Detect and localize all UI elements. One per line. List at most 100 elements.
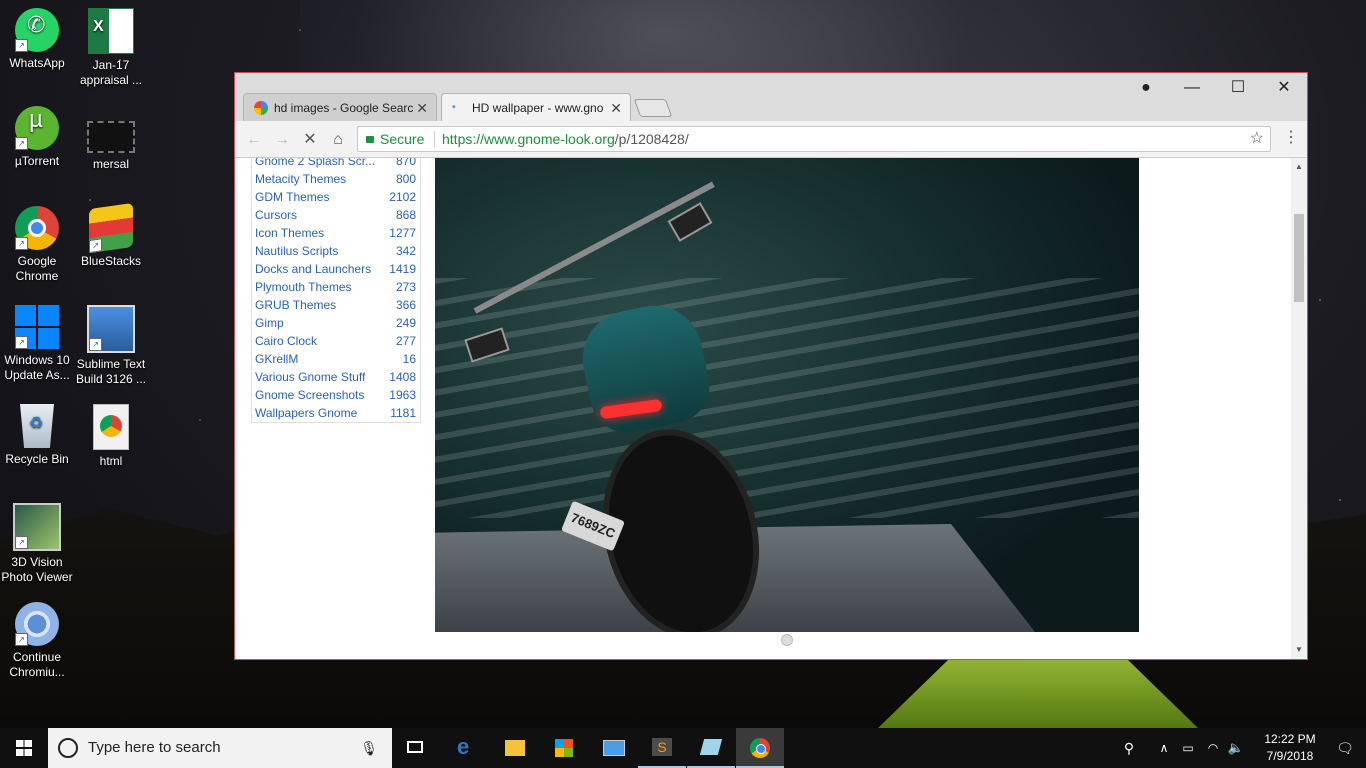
- chromium-icon: ↗: [15, 602, 59, 646]
- volume-icon[interactable]: 🔈: [1226, 728, 1246, 768]
- category-row[interactable]: GKrellM 16: [252, 350, 420, 368]
- taskbar-search-box[interactable]: Type here to search 🎙: [48, 728, 392, 768]
- desktop-icon-windows-update[interactable]: ↗ Windows 10 Update As...: [0, 297, 74, 383]
- sublime-icon: S: [652, 738, 672, 756]
- category-row[interactable]: GRUB Themes 366: [252, 296, 420, 314]
- desktop-icon-bluestacks[interactable]: ↗ BlueStacks: [74, 198, 148, 269]
- desktop-icon-label: Recycle Bin: [5, 452, 69, 466]
- back-button[interactable]: ←: [243, 129, 265, 151]
- desktop-icon-excel[interactable]: X Jan-17 appraisal ...: [74, 0, 148, 88]
- taskbar-sublime[interactable]: S: [638, 728, 686, 768]
- taskbar-this-pc[interactable]: [589, 728, 637, 768]
- wifi-icon[interactable]: ◠: [1202, 728, 1224, 768]
- category-link[interactable]: GDM Themes: [255, 188, 381, 206]
- tab-google-search[interactable]: hd images - Google Searc ✕: [243, 93, 437, 121]
- close-tab-icon[interactable]: ✕: [416, 94, 428, 122]
- category-row[interactable]: Various Gnome Stuff 1408: [252, 368, 420, 386]
- category-row[interactable]: GDM Themes 2102: [252, 188, 420, 206]
- secure-label: Secure: [380, 131, 425, 147]
- bluestacks-icon: ↗: [89, 202, 133, 254]
- category-count: 366: [395, 298, 416, 312]
- wallpaper-photo[interactable]: 7689ZC: [435, 158, 1139, 632]
- microphone-icon[interactable]: 🎙: [360, 728, 378, 768]
- desktop-icon-3d-vision[interactable]: ↗ 3D Vision Photo Viewer: [0, 495, 74, 585]
- category-count: 1181: [390, 406, 416, 420]
- url-text[interactable]: https://www.gnome-look.org/p/1208428/: [442, 127, 689, 151]
- desktop-icon-whatsapp[interactable]: ✆ ↗ WhatsApp: [0, 0, 74, 71]
- stop-loading-button[interactable]: ✕: [299, 129, 321, 151]
- vertical-scrollbar[interactable]: ▲ ▼: [1291, 158, 1307, 659]
- chrome-menu-icon[interactable]: ⋮: [1283, 127, 1299, 147]
- category-row[interactable]: Nautilus Scripts 342: [252, 242, 420, 260]
- category-link[interactable]: Gnome 2 Splash Scr...: [255, 158, 381, 170]
- people-icon[interactable]: ⚲: [1118, 728, 1140, 768]
- taskbar-notepad[interactable]: [687, 728, 735, 768]
- category-link[interactable]: Docks and Launchers: [255, 260, 381, 278]
- secure-indicator[interactable]: Secure: [366, 127, 424, 151]
- close-tab-icon[interactable]: ✕: [610, 94, 622, 122]
- category-link[interactable]: Metacity Themes: [255, 170, 381, 188]
- category-link[interactable]: Nautilus Scripts: [255, 242, 381, 260]
- bookmark-star-icon[interactable]: ☆: [1250, 127, 1264, 151]
- battery-icon[interactable]: ▭: [1178, 728, 1198, 768]
- category-link[interactable]: Gnome Screenshots: [255, 386, 381, 404]
- desktop-icon-label: mersal: [92, 157, 129, 171]
- category-row[interactable]: Icon Themes 1277: [252, 224, 420, 242]
- category-link[interactable]: Cairo Clock: [255, 332, 381, 350]
- desktop-icon-chrome[interactable]: ↗ Google Chrome: [0, 198, 74, 284]
- category-link[interactable]: Plymouth Themes: [255, 278, 381, 296]
- category-link[interactable]: Various Gnome Stuff: [255, 368, 381, 386]
- category-row[interactable]: Wallpapers Gnome 1181: [252, 404, 420, 422]
- forward-button[interactable]: →: [271, 129, 293, 151]
- taskbar-store[interactable]: [540, 728, 588, 768]
- category-count: 2102: [389, 190, 416, 204]
- show-hidden-icons-icon[interactable]: ∧: [1154, 728, 1174, 768]
- desktop-icon-recycle-bin[interactable]: ♻ Recycle Bin: [0, 396, 74, 467]
- taskbar-file-explorer[interactable]: [491, 728, 539, 768]
- desktop-icon-utorrent[interactable]: µ ↗ µTorrent: [0, 98, 74, 169]
- action-center-icon[interactable]: 🗨: [1332, 728, 1358, 768]
- desktop-icon-chromium[interactable]: ↗ Continue Chromiu...: [0, 594, 74, 680]
- excel-icon: X: [88, 8, 134, 54]
- taskbar-chrome[interactable]: [736, 728, 784, 768]
- html-file-icon: [93, 404, 129, 450]
- scroll-up-arrow-icon[interactable]: ▲: [1291, 160, 1307, 174]
- category-row[interactable]: Plymouth Themes 273: [252, 278, 420, 296]
- lock-icon: [366, 136, 374, 143]
- desktop-icon-html[interactable]: html: [74, 396, 148, 469]
- new-tab-button[interactable]: [633, 99, 673, 117]
- profile-icon[interactable]: ●: [1123, 73, 1169, 103]
- category-link[interactable]: Gimp: [255, 314, 381, 332]
- desktop-icon-mersal[interactable]: mersal: [74, 113, 148, 172]
- category-link[interactable]: GKrellM: [255, 350, 381, 368]
- taskbar: Type here to search 🎙 e S ⚲ ∧ ▭ ◠ 🔈 12:2…: [0, 728, 1366, 768]
- category-link[interactable]: GRUB Themes: [255, 296, 381, 314]
- start-button[interactable]: [0, 728, 48, 768]
- category-row[interactable]: Gnome 2 Splash Scr... 870: [252, 158, 420, 170]
- maximize-button[interactable]: ☐: [1215, 73, 1261, 103]
- carousel-dot[interactable]: [781, 634, 793, 646]
- address-bar[interactable]: Secure https://www.gnome-look.org/p/1208…: [357, 126, 1271, 152]
- category-row[interactable]: Docks and Launchers 1419: [252, 260, 420, 278]
- category-link[interactable]: Icon Themes: [255, 224, 381, 242]
- chrome-icon: ↗: [15, 206, 59, 250]
- desktop-icon-sublime-installer[interactable]: ↗ Sublime Text Build 3126 ...: [74, 297, 148, 387]
- system-clock[interactable]: 12:22 PM 7/9/2018: [1258, 731, 1322, 765]
- scroll-down-arrow-icon[interactable]: ▼: [1291, 643, 1307, 657]
- category-row[interactable]: Cursors 868: [252, 206, 420, 224]
- windows-logo-icon: [16, 740, 32, 756]
- category-row[interactable]: Gimp 249: [252, 314, 420, 332]
- category-count: 870: [395, 158, 416, 168]
- category-row[interactable]: Gnome Screenshots 1963: [252, 386, 420, 404]
- scrollbar-thumb[interactable]: [1294, 214, 1304, 302]
- taskbar-edge[interactable]: e: [443, 728, 491, 768]
- category-link[interactable]: Cursors: [255, 206, 381, 224]
- category-row[interactable]: Metacity Themes 800: [252, 170, 420, 188]
- home-button[interactable]: ⌂: [327, 129, 349, 151]
- minimize-button[interactable]: —: [1169, 73, 1215, 103]
- close-window-button[interactable]: ✕: [1261, 73, 1307, 103]
- task-view-button[interactable]: [392, 728, 440, 768]
- category-link[interactable]: Wallpapers Gnome: [255, 404, 381, 422]
- tab-hd-wallpaper[interactable]: • HD wallpaper - www.gno ✕: [441, 93, 631, 121]
- category-row[interactable]: Cairo Clock 277: [252, 332, 420, 350]
